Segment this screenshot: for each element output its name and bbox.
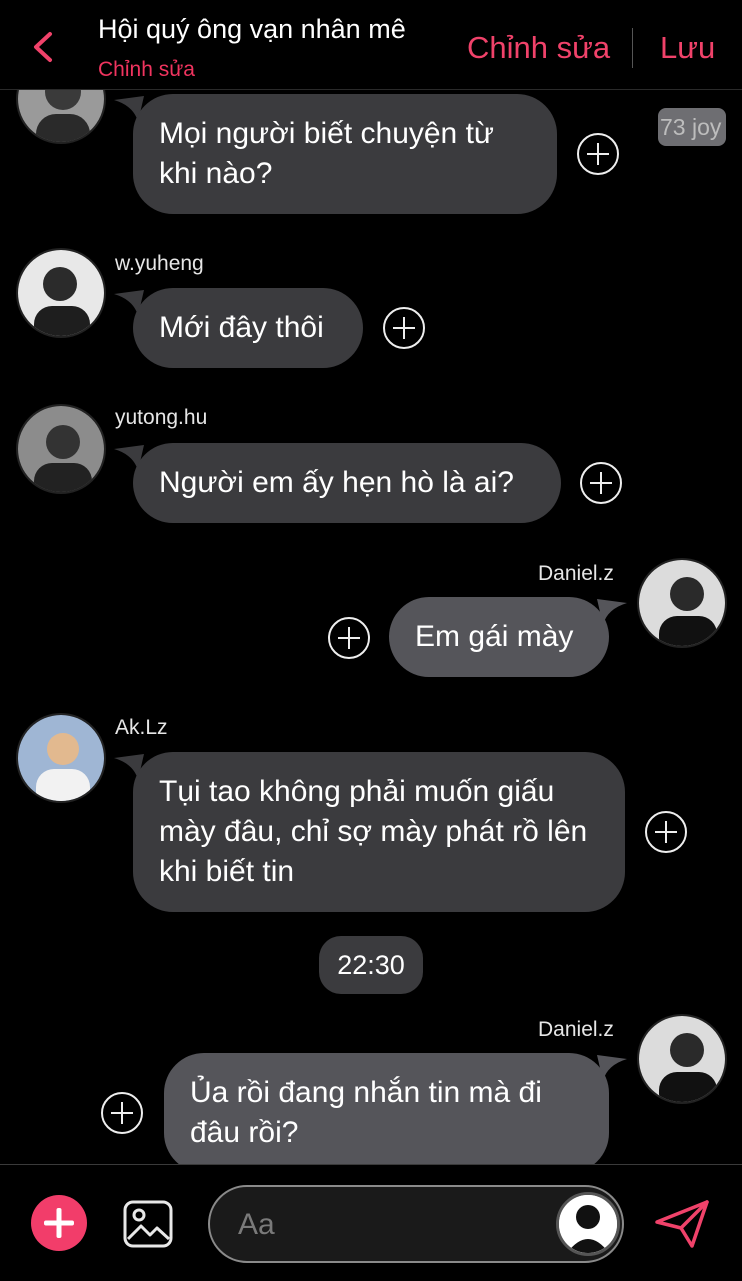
composer-bar: [0, 1164, 742, 1281]
message-bubble[interactable]: Em gái mày: [389, 597, 609, 677]
sender-name: Ak.Lz: [115, 716, 168, 739]
avatar[interactable]: [16, 404, 106, 494]
chat-header: Hội quý ông vạn nhân mê Chỉnh sửa Chỉnh …: [0, 0, 742, 90]
avatar[interactable]: [637, 558, 727, 648]
add-reaction-button[interactable]: [101, 1092, 143, 1134]
message-bubble[interactable]: Mới đây thôi: [133, 288, 363, 368]
add-reaction-button[interactable]: [580, 462, 622, 504]
timestamp-pill: 22:30: [319, 936, 423, 994]
message-input[interactable]: [238, 1205, 538, 1245]
header-divider: [632, 28, 633, 68]
message-list[interactable]: Mọi người biết chuyện từ khi nào? 73 joy…: [0, 90, 742, 1164]
send-icon[interactable]: [654, 1199, 710, 1249]
message-bubble[interactable]: Tụi tao không phải muốn giấu mày đâu, ch…: [133, 752, 625, 912]
add-reaction-button[interactable]: [645, 811, 687, 853]
add-reaction-button[interactable]: [577, 133, 619, 175]
back-chevron-icon[interactable]: [26, 28, 60, 66]
message-bubble[interactable]: Người em ấy hẹn hò là ai?: [133, 443, 561, 523]
chat-subtitle[interactable]: Chỉnh sửa: [98, 58, 195, 82]
message-text: Em gái mày: [415, 620, 574, 653]
message-bubble[interactable]: Ủa rồi đang nhắn tin mà đi đâu rồi?: [164, 1053, 609, 1164]
sender-name: Daniel.z: [538, 562, 614, 585]
message-text: Tụi tao không phải muốn giấu mày đâu, ch…: [159, 775, 588, 888]
message-text: Mới đây thôi: [159, 311, 324, 344]
add-reaction-button[interactable]: [328, 617, 370, 659]
chat-title: Hội quý ông vạn nhân mê: [98, 14, 406, 44]
message-text: Mọi người biết chuyện từ khi nào?: [159, 117, 494, 190]
sender-name: Daniel.z: [538, 1018, 614, 1041]
avatar[interactable]: [16, 713, 106, 803]
message-input-container[interactable]: [208, 1185, 624, 1263]
image-icon[interactable]: [122, 1199, 174, 1249]
add-attachment-button[interactable]: [31, 1195, 87, 1251]
edit-button[interactable]: Chỉnh sửa: [467, 30, 610, 66]
add-reaction-button[interactable]: [383, 307, 425, 349]
sender-name: w.yuheng: [115, 252, 204, 275]
save-button[interactable]: Lưu: [660, 30, 715, 66]
avatar[interactable]: [16, 90, 106, 144]
points-badge: 73 joy: [658, 108, 726, 146]
message-text: Người em ấy hẹn hò là ai?: [159, 466, 514, 499]
message-text: Ủa rồi đang nhắn tin mà đi đâu rồi?: [190, 1076, 542, 1149]
sender-name: yutong.hu: [115, 406, 208, 429]
avatar[interactable]: [16, 248, 106, 338]
message-bubble[interactable]: Mọi người biết chuyện từ khi nào?: [133, 94, 557, 214]
user-silhouette-icon[interactable]: [556, 1192, 620, 1256]
avatar[interactable]: [637, 1014, 727, 1104]
